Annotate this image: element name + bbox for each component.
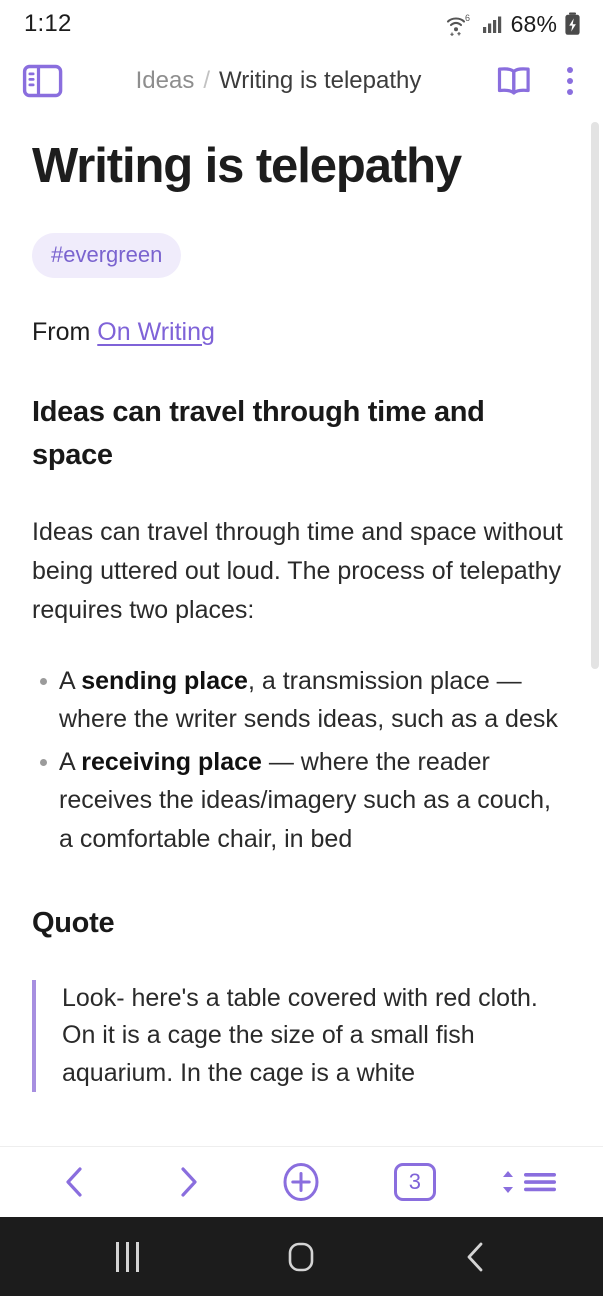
tab-count-value: 3 [393, 1163, 436, 1201]
bullet-prefix: A [59, 666, 82, 695]
breadcrumb-separator: / [203, 67, 211, 94]
battery-percent-label: 68% [510, 10, 557, 37]
paragraph-ideas: Ideas can travel through time and space … [32, 517, 563, 624]
chevron-right-icon[interactable] [151, 1154, 225, 1210]
svg-text:6: 6 [465, 13, 470, 23]
breadcrumb-current[interactable]: Writing is telepathy [219, 67, 421, 95]
recents-icon[interactable] [82, 1227, 172, 1287]
source-link[interactable]: On Writing [97, 318, 215, 346]
scrollbar-thumb[interactable] [591, 122, 599, 669]
more-vertical-icon[interactable] [557, 63, 583, 99]
sort-list-glyph [500, 1167, 557, 1197]
breadcrumb-parent[interactable]: Ideas [136, 67, 195, 95]
cellular-signal-icon [482, 13, 504, 35]
app-bar: Ideas / Writing is telepathy [0, 48, 603, 114]
wifi-6-icon: 6 [445, 11, 475, 37]
bullet-prefix: A [59, 747, 82, 776]
status-bar: 1:12 6 68% [0, 0, 603, 48]
bullet-bold: receiving place [81, 747, 262, 776]
home-icon[interactable] [256, 1227, 346, 1287]
bullet-bold: sending place [81, 666, 248, 695]
from-label: From [32, 317, 91, 346]
android-navigation-bar [0, 1217, 603, 1296]
blockquote: Look- here's a table covered with red cl… [32, 979, 563, 1093]
app-bar-actions [493, 63, 583, 99]
tag-chip-evergreen[interactable]: #evergreen [32, 232, 182, 278]
places-list: A sending place, a transmission place — … [32, 662, 563, 859]
status-time: 1:12 [24, 10, 72, 37]
breadcrumb: Ideas / Writing is telepathy [64, 67, 493, 95]
phone-screen: 1:12 6 68% Ideas / Writing is telepathy … [0, 0, 603, 1296]
nav-back-icon[interactable] [431, 1227, 521, 1287]
list-item: A receiving place — where the reader rec… [32, 743, 563, 859]
page-title: Writing is telepathy [32, 139, 462, 193]
section-heading-ideas: Ideas can travel through time and space [32, 395, 485, 472]
open-book-icon[interactable] [493, 63, 535, 99]
bottom-toolbar: 3 [0, 1146, 603, 1217]
tab-count-button[interactable]: 3 [378, 1154, 452, 1210]
source-line: From On Writing [32, 318, 563, 347]
note-body: Writing is telepathy #evergreen From On … [0, 114, 603, 1146]
chevron-left-icon[interactable] [38, 1154, 112, 1210]
sidebar-panel-icon[interactable] [22, 63, 64, 99]
tag-list: #evergreen [32, 232, 563, 278]
section-heading-quote: Quote [32, 907, 115, 940]
plus-circle-icon[interactable] [264, 1154, 338, 1210]
note-scroll-area[interactable]: Writing is telepathy #evergreen From On … [0, 114, 603, 1146]
status-indicators: 6 68% [445, 11, 581, 38]
list-item: A sending place, a transmission place — … [32, 662, 563, 739]
battery-charging-icon [564, 12, 581, 36]
sort-list-icon[interactable] [491, 1154, 565, 1210]
